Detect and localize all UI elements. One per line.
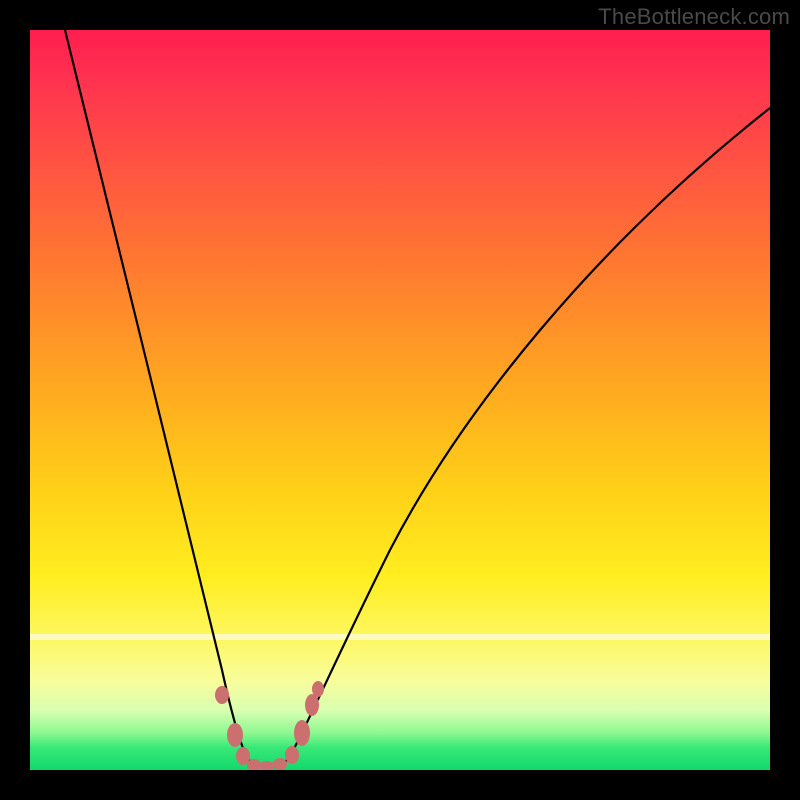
watermark-text: TheBottleneck.com xyxy=(598,4,790,30)
highlight-band xyxy=(30,634,770,640)
gradient-panel xyxy=(30,30,770,770)
